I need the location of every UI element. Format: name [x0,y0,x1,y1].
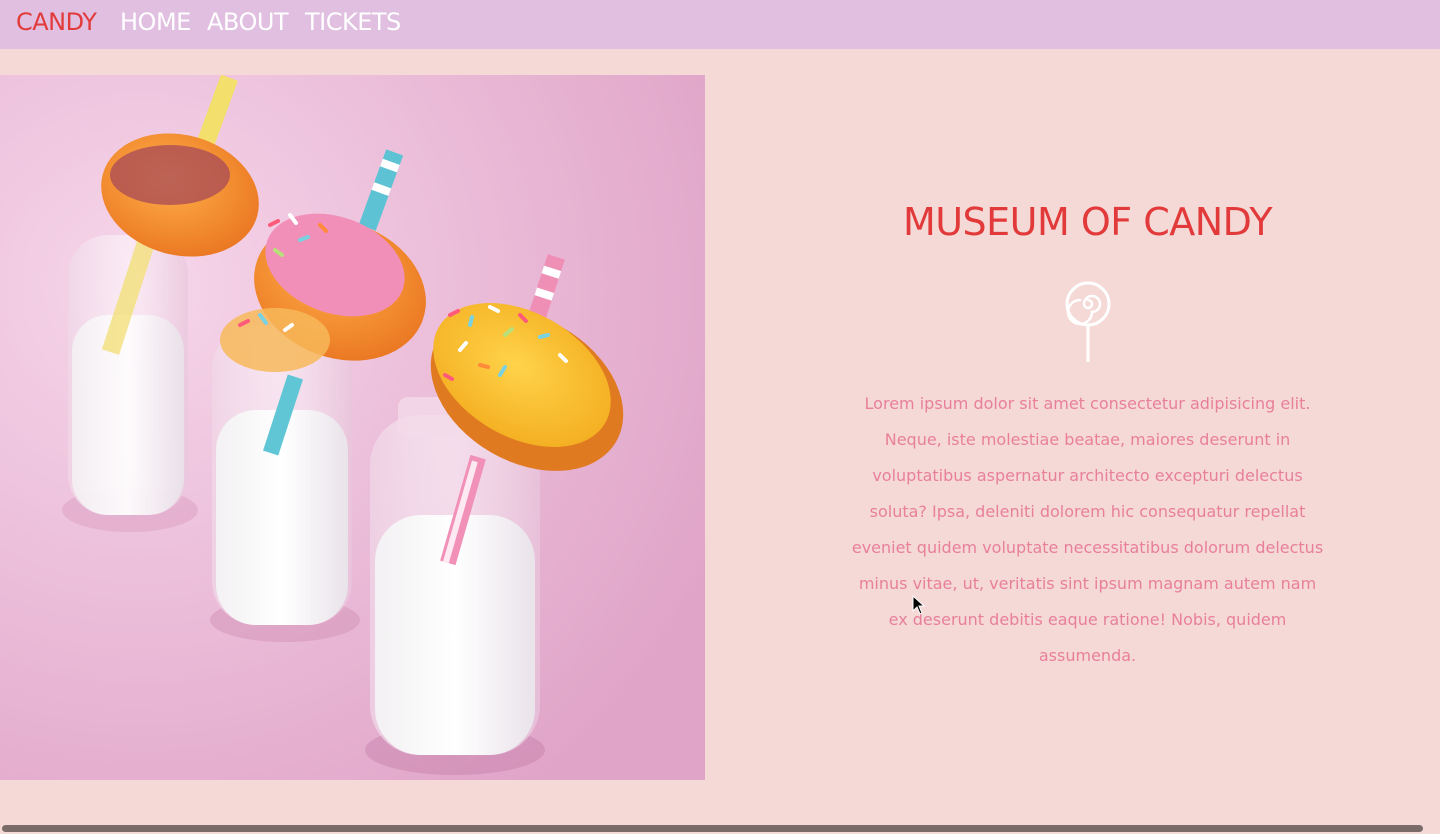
hero-photo-donuts-milk [0,75,705,780]
nav-link-about[interactable]: ABOUT [207,8,289,36]
page-title: MUSEUM OF CANDY [902,200,1273,244]
scrollbar-thumb[interactable] [2,825,1423,832]
top-navbar: CANDY HOME ABOUT TICKETS [0,0,1440,49]
hero-description: Lorem ipsum dolor sit amet consectetur a… [851,394,1324,665]
nav-link-tickets[interactable]: TICKETS [305,8,401,36]
nav-link-home[interactable]: HOME [120,8,191,36]
lollipop-icon [1062,280,1114,364]
brand-logo-link[interactable]: CANDY [16,8,97,36]
mouse-cursor-icon [912,594,926,615]
horizontal-scrollbar[interactable] [0,824,1440,834]
donuts-milk-illustration [0,75,705,780]
